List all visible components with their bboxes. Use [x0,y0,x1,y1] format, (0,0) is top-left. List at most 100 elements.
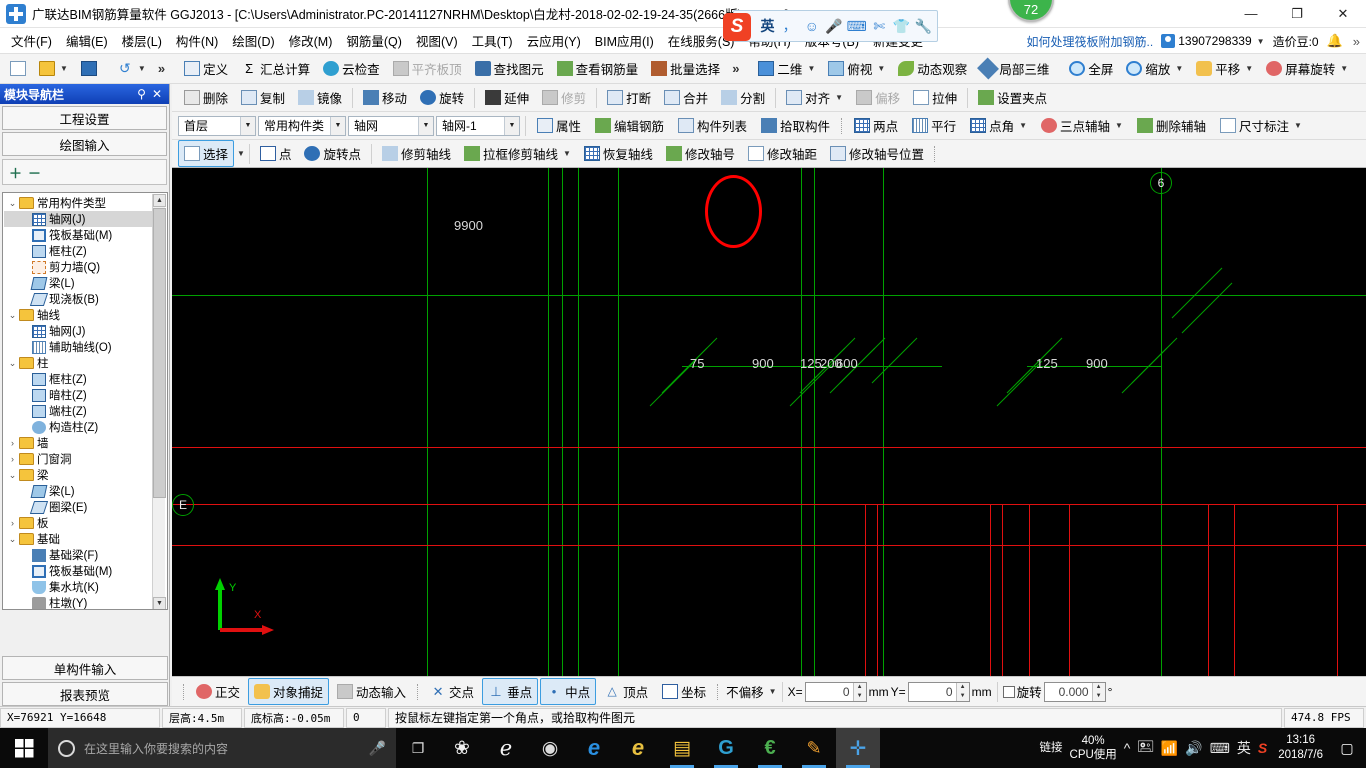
bell-icon[interactable]: 🔔 [1327,33,1343,49]
menu-bim-app[interactable]: BIM应用(I) [588,28,661,53]
vertex-snap-toggle[interactable]: △ 顶点 [598,678,654,705]
taskbar-app-notepad[interactable]: ✎ [792,728,836,768]
tree-item-3[interactable]: 框柱(Z) [4,243,152,259]
three-point-axis-button[interactable]: 三点辅轴 ▼ [1035,112,1129,139]
chevron-down-icon[interactable]: ▼ [1175,64,1183,73]
point-angle-button[interactable]: 点角 ▼ [964,112,1033,139]
floor-select[interactable]: 首层 ▼ [178,115,256,136]
tab-report-preview[interactable]: 报表预览 [2,682,168,706]
microphone-icon[interactable]: 🎤 [369,740,386,757]
break-button[interactable]: 打断 [601,84,657,111]
dynamic-input-toggle[interactable]: 动态输入 [331,678,412,705]
task-view-button[interactable]: ❐ [396,728,440,768]
tree-item-1[interactable]: 轴网(J) [4,211,152,227]
open-file-button[interactable]: ▼ [33,57,74,80]
ime-emoji-icon[interactable]: ☺ [802,18,821,34]
chevron-right-icon[interactable]: › [6,454,19,464]
zoom-button[interactable]: 缩放 ▼ [1120,55,1189,82]
delete-button[interactable]: 删除 [178,84,234,111]
cloud-check-button[interactable]: 云检查 [317,55,386,82]
pan-button[interactable]: 平移 ▼ [1190,55,1259,82]
component-list-button[interactable]: 构件列表 [672,112,753,139]
undo-button[interactable]: ↺ ▼ [111,57,152,80]
tree-item-4[interactable]: 剪力墙(Q) [4,259,152,275]
tree-folder-10[interactable]: ⌄ 柱 [4,355,152,371]
screen-rotate-button[interactable]: 屏幕旋转 ▼ [1260,55,1354,82]
pin-icon[interactable]: ⚲ [134,87,149,101]
axis-bubble-6[interactable]: 6 [1150,172,1172,194]
mirror-button[interactable]: 镜像 [292,84,348,111]
scroll-up-icon[interactable]: ▲ [153,194,166,207]
component-category-select[interactable]: 轴网 ▼ [348,115,434,136]
tree-folder-15[interactable]: › 墙 [4,435,152,451]
toolbar-overflow-icon[interactable]: » [727,61,744,76]
rotate-input[interactable]: 0.000 ▲ ▼ [1043,681,1106,702]
tray-expand-icon[interactable]: ^ [1124,740,1131,756]
tree-item-8[interactable]: 轴网(J) [4,323,152,339]
edit-rebar-button[interactable]: 编辑钢筋 [589,112,670,139]
taskbar-app-edge-alt[interactable]: ℯ [484,728,528,768]
sogou-tray-icon[interactable]: S [1258,740,1267,756]
menu-component[interactable]: 构件(N) [169,28,225,53]
intersection-snap-toggle[interactable]: ✕ 交点 [424,678,480,705]
chevron-down-icon[interactable]: ⌄ [6,198,19,209]
ime-language-icon[interactable]: 英 [1237,738,1251,758]
align-button[interactable]: 对齐 ▼ [780,84,849,111]
ime-voice-icon[interactable]: 🎤 [824,18,843,35]
tab-project-settings[interactable]: 工程设置 [2,106,167,130]
chevron-down-icon[interactable]: ▼ [563,149,571,158]
x-offset-input[interactable]: 0 ▲ ▼ [804,681,867,702]
chevron-down-icon[interactable]: ▼ [138,64,146,73]
perpendicular-snap-toggle[interactable]: ⊥ 垂点 [482,678,539,705]
action-center-icon[interactable]: ▢ [1334,728,1360,768]
taskbar-app-glodon[interactable]: ✛ [836,728,880,768]
taskbar-search[interactable]: 在这里输入你要搜索的内容 🎤 [48,728,396,768]
chevron-down-icon[interactable]: ▼ [240,116,255,135]
chevron-down-icon[interactable]: ▼ [330,116,345,135]
chevron-down-icon[interactable]: ▼ [1115,121,1123,130]
chevron-down-icon[interactable]: ⌄ [6,470,19,481]
view-2d-button[interactable]: 二维 ▼ [752,55,821,82]
chevron-down-icon[interactable]: ▼ [877,64,885,73]
edit-axis-number-position-button[interactable]: 修改轴号位置 [824,140,930,167]
x-spinner[interactable]: ▲ ▼ [852,682,866,701]
menu-modify[interactable]: 修改(M) [282,28,340,53]
delete-aux-axis-button[interactable]: 删除辅轴 [1131,112,1212,139]
new-file-button[interactable] [4,57,32,80]
drawing-canvas[interactable]: 9900 75 900 125 200 600 125 900 6 E Y X [172,168,1366,676]
chevron-down-icon[interactable]: ⌄ [6,534,19,545]
taskbar-app-360[interactable]: G [704,728,748,768]
tree-item-5[interactable]: 梁(L) [4,275,152,291]
ime-punctuation-icon[interactable]: ， [780,16,799,36]
tree-item-9[interactable]: 辅助轴线(O) [4,339,152,355]
save-button[interactable] [75,57,103,80]
taskbar-app-explorer[interactable]: ▤ [660,728,704,768]
menu-cloud-app[interactable]: 云应用(Y) [520,28,588,53]
ime-lang-icon[interactable]: 英 [758,16,777,36]
add-icon[interactable]: ＋ [9,163,22,182]
component-type-select[interactable]: 常用构件类 ▼ [258,115,346,136]
component-tree[interactable]: ⌄ 常用构件类型 轴网(J) 筏板基础(M) 框柱(Z) 剪力墙(Q) 梁(L) 现浇板(B)… [2,192,168,610]
ime-settings-icon[interactable]: 🔧 [914,18,933,35]
y-spinner[interactable]: ▲ ▼ [955,682,969,701]
chevron-down-icon[interactable]: ▼ [60,64,68,73]
chevron-down-icon[interactable]: ▼ [237,149,245,158]
menu-rebar-quantity[interactable]: 钢筋量(Q) [339,28,409,53]
edit-axis-spacing-button[interactable]: 修改轴距 [742,140,823,167]
tab-single-component-input[interactable]: 单构件输入 [2,656,168,680]
restore-axis-button[interactable]: 恢复轴线 [578,140,659,167]
edit-axis-number-button[interactable]: 修改轴号 [660,140,741,167]
tab-drawing-input[interactable]: 绘图输入 [2,132,167,156]
define-button[interactable]: 定义 [178,55,234,82]
tree-item-13[interactable]: 端柱(Z) [4,403,152,419]
maximize-button[interactable]: ❐ [1274,0,1320,28]
remove-icon[interactable]: － [28,163,41,182]
midpoint-snap-toggle[interactable]: • 中点 [540,678,597,705]
taskbar-app-spiral[interactable]: ◉ [528,728,572,768]
box-trim-axis-button[interactable]: 拉框修剪轴线 ▼ [458,140,577,167]
rotate-point-button[interactable]: 旋转点 [298,140,367,167]
top-view-button[interactable]: 俯视 ▼ [822,55,891,82]
tree-item-19[interactable]: 圈梁(E) [4,499,152,515]
scroll-thumb[interactable] [153,208,166,498]
chevron-down-icon[interactable]: ▼ [835,93,843,102]
